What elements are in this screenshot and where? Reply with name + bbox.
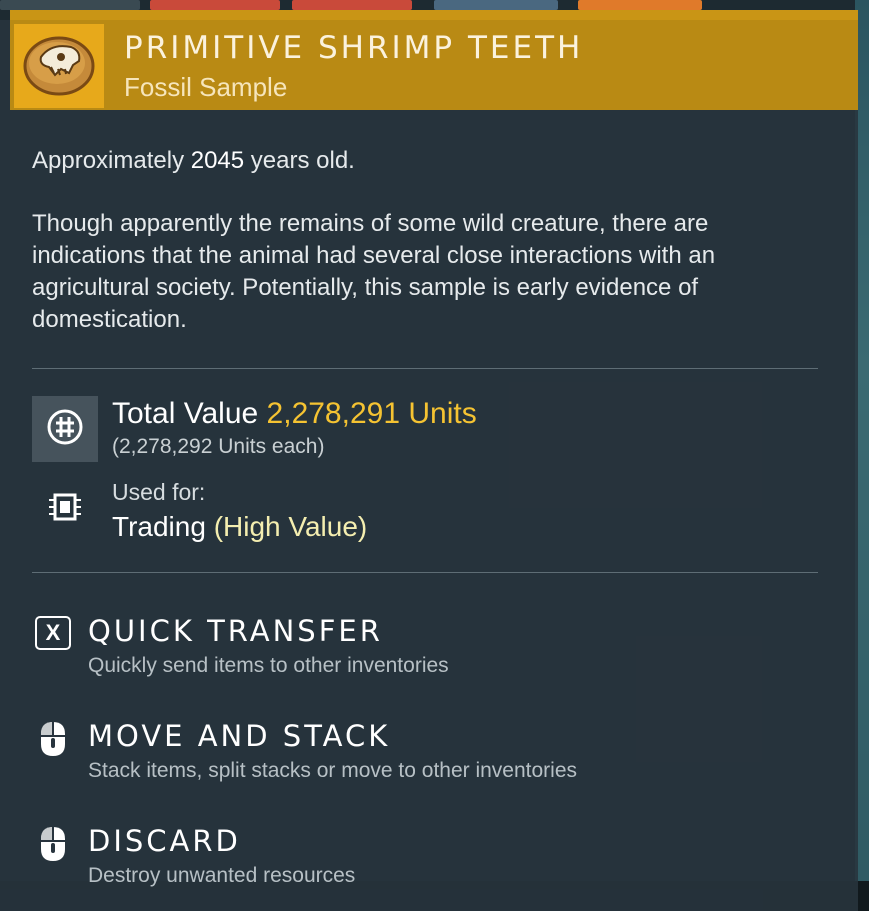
- x-key-icon: X: [32, 612, 74, 654]
- chip-icon-box: [32, 476, 98, 542]
- total-value-label: Total Value: [112, 397, 267, 430]
- divider: [32, 572, 818, 573]
- item-description: Though apparently the remains of some wi…: [32, 210, 716, 333]
- item-title: PRIMITIVE SHRIMP TEETH: [124, 30, 584, 66]
- chip-icon: [45, 487, 85, 532]
- total-value-amount: 2,278,291 Units: [266, 397, 477, 430]
- used-for-value: Trading (High Value): [112, 511, 367, 543]
- mouse-left-icon: [32, 822, 74, 864]
- units-currency-icon: [45, 407, 85, 452]
- move-and-stack-title: MOVE AND STACK: [88, 719, 391, 753]
- used-for-highlight: (High Value): [213, 511, 368, 542]
- used-for-text: Trading: [112, 511, 214, 542]
- age-prefix: Approximately: [32, 147, 191, 174]
- discard-desc: Destroy unwanted resources: [88, 864, 356, 887]
- unit-value-each: (2,278,292 Units each): [112, 435, 325, 458]
- quick-transfer-desc: Quickly send items to other inventories: [88, 654, 449, 677]
- quick-transfer-action[interactable]: X QUICK TRANSFER Quickly send items to o…: [32, 610, 812, 690]
- discard-title: DISCARD: [88, 824, 241, 858]
- divider: [32, 368, 818, 369]
- item-category: Fossil Sample: [124, 72, 288, 102]
- used-for-label: Used for:: [112, 479, 206, 505]
- fossil-skull-icon: [21, 29, 97, 104]
- move-and-stack-desc: Stack items, split stacks or move to oth…: [88, 759, 578, 782]
- units-icon-box: [32, 396, 98, 462]
- discard-action[interactable]: DISCARD Destroy unwanted resources: [32, 820, 812, 900]
- age-suffix: years old.: [244, 147, 355, 174]
- move-and-stack-action[interactable]: MOVE AND STACK Stack items, split stacks…: [32, 715, 812, 795]
- quick-transfer-title: QUICK TRANSFER: [88, 614, 383, 648]
- age-value: 2045: [190, 147, 245, 174]
- mouse-left-icon: [32, 717, 74, 759]
- header-accent: [10, 10, 858, 20]
- item-icon-box: [14, 24, 104, 108]
- item-age: Approximately 2045 years old.: [32, 145, 822, 177]
- total-value: Total Value 2,278,291 Units: [112, 397, 477, 431]
